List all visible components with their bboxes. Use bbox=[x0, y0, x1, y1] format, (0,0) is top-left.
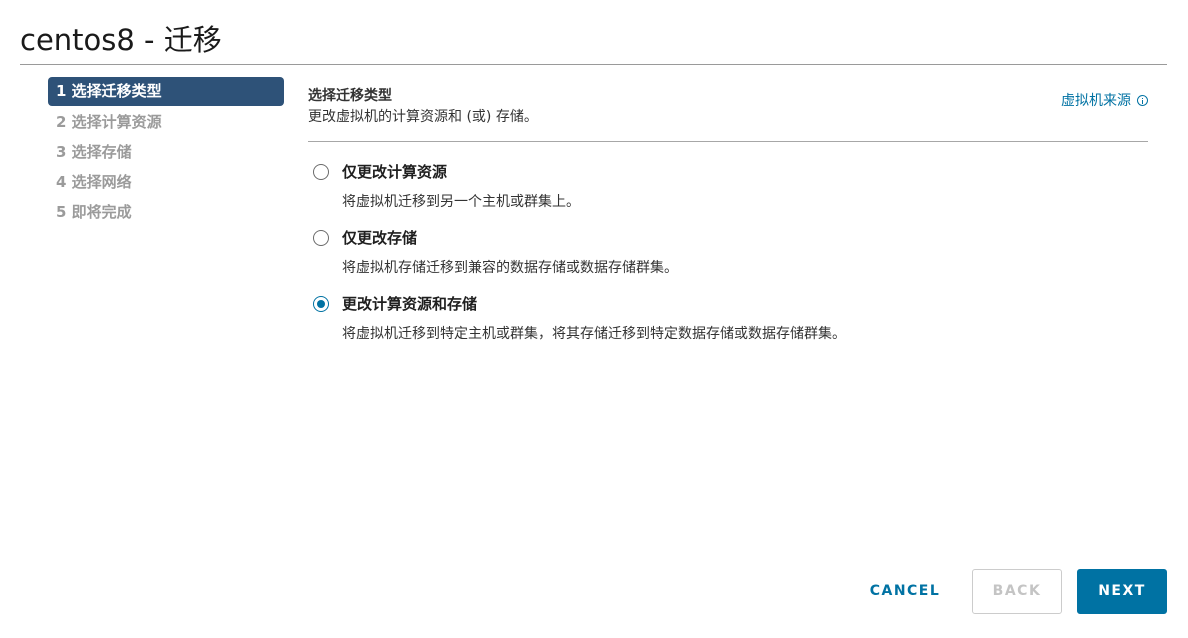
wizard-steps: 1 选择迁移类型 2 选择计算资源 3 选择存储 4 选择网络 5 即将完成 bbox=[48, 77, 284, 227]
step-select-storage: 3 选择存储 bbox=[56, 143, 132, 161]
step-select-compute-resource: 2 选择计算资源 bbox=[56, 113, 162, 131]
page-title: centos8 - 迁移 bbox=[20, 23, 222, 57]
migration-type-options: 仅更改计算资源 将虚拟机迁移到另一个主机或群集上。 仅更改存储 将虚拟机存储迁移… bbox=[313, 160, 1153, 358]
cancel-button[interactable]: CANCEL bbox=[856, 569, 954, 614]
option-label[interactable]: 仅更改存储 bbox=[342, 226, 417, 250]
step-ready-to-complete: 5 即将完成 bbox=[56, 203, 132, 221]
step-select-network: 4 选择网络 bbox=[56, 173, 132, 191]
content-subtitle: 更改虚拟机的计算资源和 (或) 存储。 bbox=[308, 109, 538, 125]
vm-origin-label: 虚拟机来源 bbox=[1061, 93, 1131, 109]
option-label[interactable]: 仅更改计算资源 bbox=[342, 160, 447, 184]
option-label[interactable]: 更改计算资源和存储 bbox=[342, 292, 477, 316]
option-compute-only[interactable]: 仅更改计算资源 将虚拟机迁移到另一个主机或群集上。 bbox=[313, 160, 1153, 226]
title-divider bbox=[20, 64, 1167, 65]
option-description: 将虚拟机迁移到特定主机或群集，将其存储迁移到特定数据存储或数据存储群集。 bbox=[342, 326, 846, 342]
next-button[interactable]: NEXT bbox=[1077, 569, 1167, 614]
option-storage-only[interactable]: 仅更改存储 将虚拟机存储迁移到兼容的数据存储或数据存储群集。 bbox=[313, 226, 1153, 292]
vm-origin-link[interactable]: 虚拟机来源 bbox=[1061, 90, 1148, 110]
option-description: 将虚拟机存储迁移到兼容的数据存储或数据存储群集。 bbox=[342, 260, 678, 276]
step-content: 选择迁移类型 更改虚拟机的计算资源和 (或) 存储。 虚拟机来源 bbox=[308, 86, 1148, 142]
radio-storage-only[interactable] bbox=[313, 230, 329, 246]
content-divider bbox=[308, 141, 1148, 142]
info-icon[interactable] bbox=[1137, 95, 1148, 106]
option-description: 将虚拟机迁移到另一个主机或群集上。 bbox=[342, 194, 580, 210]
radio-compute-only[interactable] bbox=[313, 164, 329, 180]
content-title: 选择迁移类型 bbox=[308, 88, 392, 104]
radio-compute-and-storage[interactable] bbox=[313, 296, 329, 312]
option-compute-and-storage[interactable]: 更改计算资源和存储 将虚拟机迁移到特定主机或群集，将其存储迁移到特定数据存储或数… bbox=[313, 292, 1153, 358]
step-select-migration-type[interactable]: 1 选择迁移类型 bbox=[48, 77, 284, 106]
back-button: BACK bbox=[972, 569, 1062, 614]
